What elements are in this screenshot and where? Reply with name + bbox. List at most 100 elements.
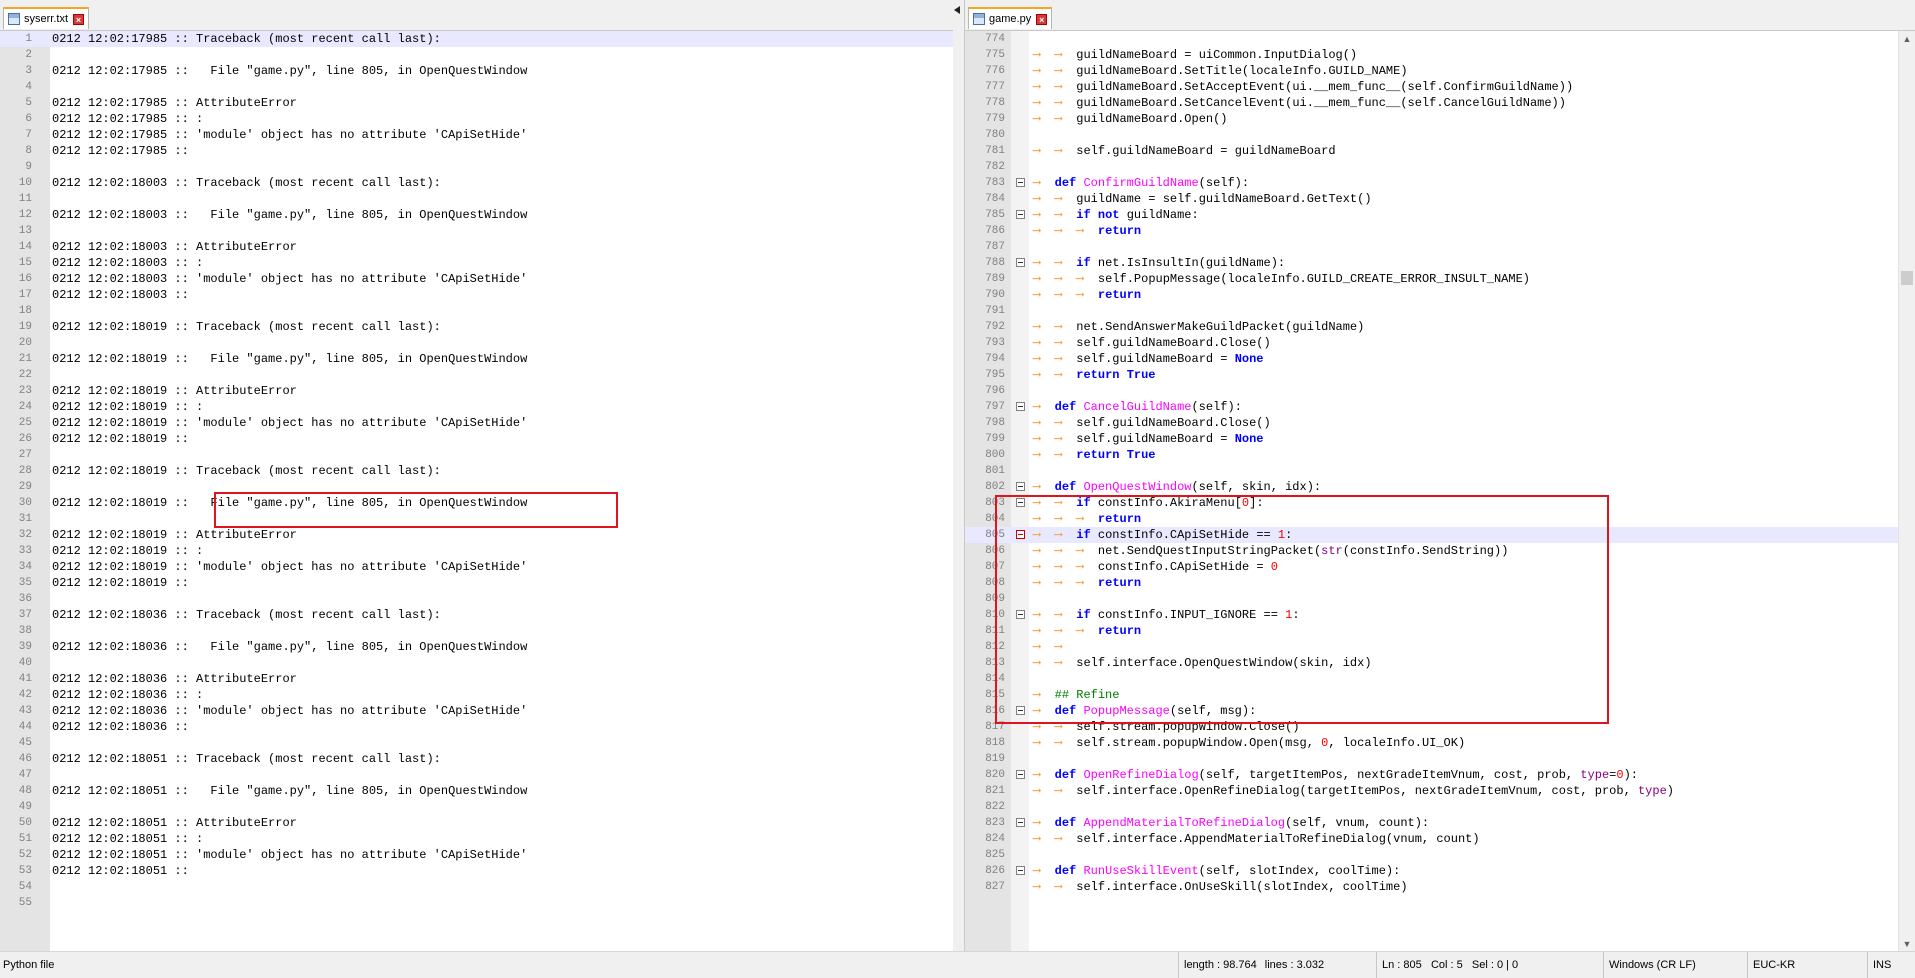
log-line[interactable]: 16 0212 12:02:18003 :: 'module' object ha…	[0, 271, 953, 287]
code-line[interactable]: 787	[965, 239, 1899, 255]
code-line[interactable]: 785 ⟶ ⟶ if not guildName:	[965, 207, 1899, 223]
code-line[interactable]: 812 ⟶ ⟶	[965, 639, 1899, 655]
log-line[interactable]: 5 0212 12:02:17985 :: AttributeError	[0, 95, 953, 111]
code-line[interactable]: 775 ⟶ ⟶ guildNameBoard = uiCommon.InputDi…	[965, 47, 1899, 63]
log-line[interactable]: 14 0212 12:02:18003 :: AttributeError	[0, 239, 953, 255]
code-line[interactable]: 811 ⟶ ⟶ ⟶ return	[965, 623, 1899, 639]
log-line[interactable]: 49	[0, 799, 953, 815]
code-line[interactable]: 825	[965, 847, 1899, 863]
fold-toggle-icon[interactable]	[1016, 210, 1025, 219]
code-line[interactable]: 783 ⟶ def ConfirmGuildName(self):	[965, 175, 1899, 191]
fold-toggle-icon[interactable]	[1016, 706, 1025, 715]
code-line[interactable]: 818 ⟶ ⟶ self.stream.popupWindow.Open(msg,…	[965, 735, 1899, 751]
code-line[interactable]: 795 ⟶ ⟶ return True	[965, 367, 1899, 383]
code-line[interactable]: 782	[965, 159, 1899, 175]
log-line[interactable]: 52 0212 12:02:18051 :: 'module' object ha…	[0, 847, 953, 863]
log-line[interactable]: 9	[0, 159, 953, 175]
code-line[interactable]: 808 ⟶ ⟶ ⟶ return	[965, 575, 1899, 591]
log-line[interactable]: 11	[0, 191, 953, 207]
log-line[interactable]: 2	[0, 47, 953, 63]
fold-toggle-icon[interactable]	[1016, 818, 1025, 827]
code-line[interactable]: 805 ⟶ ⟶ if constInfo.CApiSetHide == 1:	[965, 527, 1899, 543]
log-line[interactable]: 6 0212 12:02:17985 :: :	[0, 111, 953, 127]
log-line[interactable]: 35 0212 12:02:18019 ::	[0, 575, 953, 591]
log-line[interactable]: 13	[0, 223, 953, 239]
log-line[interactable]: 43 0212 12:02:18036 :: 'module' object ha…	[0, 703, 953, 719]
code-line[interactable]: 792 ⟶ ⟶ net.SendAnswerMakeGuildPacket(gui…	[965, 319, 1899, 335]
log-line[interactable]: 17 0212 12:02:18003 ::	[0, 287, 953, 303]
log-line[interactable]: 1 0212 12:02:17985 :: Traceback (most rec…	[0, 31, 953, 47]
log-line[interactable]: 54	[0, 879, 953, 895]
tab-game-py[interactable]: game.py ×	[968, 7, 1053, 29]
fold-toggle-icon[interactable]	[1016, 258, 1025, 267]
code-line[interactable]: 823 ⟶ def AppendMaterialToRefineDialog(se…	[965, 815, 1899, 831]
left-editor[interactable]: 1 0212 12:02:17985 :: Traceback (most rec…	[0, 31, 953, 952]
code-line[interactable]: 784 ⟶ ⟶ guildName = self.guildNameBoard.G…	[965, 191, 1899, 207]
log-line[interactable]: 12 0212 12:02:18003 :: File "game.py", li…	[0, 207, 953, 223]
close-icon[interactable]: ×	[73, 13, 85, 25]
code-line[interactable]: 822	[965, 799, 1899, 815]
log-line[interactable]: 37 0212 12:02:18036 :: Traceback (most re…	[0, 607, 953, 623]
code-line[interactable]: 779 ⟶ ⟶ guildNameBoard.Open()	[965, 111, 1899, 127]
pane-splitter[interactable]	[953, 0, 964, 952]
code-line[interactable]: 820 ⟶ def OpenRefineDialog(self, targetIt…	[965, 767, 1899, 783]
code-line[interactable]: 798 ⟶ ⟶ self.guildNameBoard.Close()	[965, 415, 1899, 431]
code-line[interactable]: 804 ⟶ ⟶ ⟶ return	[965, 511, 1899, 527]
log-line[interactable]: 32 0212 12:02:18019 :: AttributeError	[0, 527, 953, 543]
log-line[interactable]: 51 0212 12:02:18051 :: :	[0, 831, 953, 847]
log-line[interactable]: 41 0212 12:02:18036 :: AttributeError	[0, 671, 953, 687]
log-line[interactable]: 46 0212 12:02:18051 :: Traceback (most re…	[0, 751, 953, 767]
fold-toggle-icon[interactable]	[1016, 498, 1025, 507]
log-line[interactable]: 29	[0, 479, 953, 495]
code-line[interactable]: 791	[965, 303, 1899, 319]
log-line[interactable]: 8 0212 12:02:17985 ::	[0, 143, 953, 159]
code-line[interactable]: 793 ⟶ ⟶ self.guildNameBoard.Close()	[965, 335, 1899, 351]
code-line[interactable]: 810 ⟶ ⟶ if constInfo.INPUT_IGNORE == 1:	[965, 607, 1899, 623]
code-line[interactable]: 801	[965, 463, 1899, 479]
status-eol[interactable]: Windows (CR LF)	[1603, 952, 1696, 978]
code-line[interactable]: 827 ⟶ ⟶ self.interface.OnUseSkill(slotInd…	[965, 879, 1899, 895]
code-line[interactable]: 826 ⟶ def RunUseSkillEvent(self, slotInde…	[965, 863, 1899, 879]
fold-toggle-icon[interactable]	[1016, 610, 1025, 619]
right-code-lines[interactable]: 774 775 ⟶ ⟶ guildNameBoard = uiCommon.Inpu…	[965, 31, 1899, 895]
code-line[interactable]: 809	[965, 591, 1899, 607]
log-line[interactable]: 22	[0, 367, 953, 383]
log-line[interactable]: 48 0212 12:02:18051 :: File "game.py", li…	[0, 783, 953, 799]
tab-syserr-txt[interactable]: syserr.txt ×	[3, 7, 90, 29]
code-line[interactable]: 776 ⟶ ⟶ guildNameBoard.SetTitle(localeInf…	[965, 63, 1899, 79]
fold-toggle-icon[interactable]	[1016, 530, 1025, 539]
log-line[interactable]: 45	[0, 735, 953, 751]
code-line[interactable]: 816 ⟶ def PopupMessage(self, msg):	[965, 703, 1899, 719]
log-line[interactable]: 34 0212 12:02:18019 :: 'module' object ha…	[0, 559, 953, 575]
fold-toggle-icon[interactable]	[1016, 770, 1025, 779]
log-line[interactable]: 27	[0, 447, 953, 463]
log-line[interactable]: 20	[0, 335, 953, 351]
log-line[interactable]: 38	[0, 623, 953, 639]
log-line[interactable]: 23 0212 12:02:18019 :: AttributeError	[0, 383, 953, 399]
code-line[interactable]: 788 ⟶ ⟶ if net.IsInsultIn(guildName):	[965, 255, 1899, 271]
log-line[interactable]: 33 0212 12:02:18019 :: :	[0, 543, 953, 559]
code-line[interactable]: 806 ⟶ ⟶ ⟶ net.SendQuestInputStringPacket(…	[965, 543, 1899, 559]
log-line[interactable]: 50 0212 12:02:18051 :: AttributeError	[0, 815, 953, 831]
log-line[interactable]: 3 0212 12:02:17985 :: File "game.py", lin…	[0, 63, 953, 79]
code-line[interactable]: 814	[965, 671, 1899, 687]
code-line[interactable]: 800 ⟶ ⟶ return True	[965, 447, 1899, 463]
log-line[interactable]: 25 0212 12:02:18019 :: 'module' object ha…	[0, 415, 953, 431]
code-line[interactable]: 803 ⟶ ⟶ if constInfo.AkiraMenu[0]:	[965, 495, 1899, 511]
code-line[interactable]: 819	[965, 751, 1899, 767]
right-editor[interactable]: 774 775 ⟶ ⟶ guildNameBoard = uiCommon.Inpu…	[965, 31, 1915, 952]
code-line[interactable]: 777 ⟶ ⟶ guildNameBoard.SetAcceptEvent(ui.…	[965, 79, 1899, 95]
code-line[interactable]: 781 ⟶ ⟶ self.guildNameBoard = guildNameBo…	[965, 143, 1899, 159]
right-editor-pane[interactable]: game.py × 774 775 ⟶ ⟶ guildNameBoard = uiC…	[964, 0, 1915, 952]
scroll-up-icon[interactable]: ▲	[1899, 31, 1915, 47]
status-encoding[interactable]: EUC-KR	[1747, 952, 1795, 978]
log-line[interactable]: 39 0212 12:02:18036 :: File "game.py", li…	[0, 639, 953, 655]
log-line[interactable]: 55	[0, 895, 953, 911]
log-line[interactable]: 40	[0, 655, 953, 671]
close-icon[interactable]: ×	[1036, 13, 1048, 25]
fold-toggle-icon[interactable]	[1016, 178, 1025, 187]
log-line[interactable]: 53 0212 12:02:18051 ::	[0, 863, 953, 879]
scrollbar-thumb[interactable]	[1901, 271, 1913, 285]
log-line[interactable]: 36	[0, 591, 953, 607]
code-line[interactable]: 821 ⟶ ⟶ self.interface.OpenRefineDialog(t…	[965, 783, 1899, 799]
